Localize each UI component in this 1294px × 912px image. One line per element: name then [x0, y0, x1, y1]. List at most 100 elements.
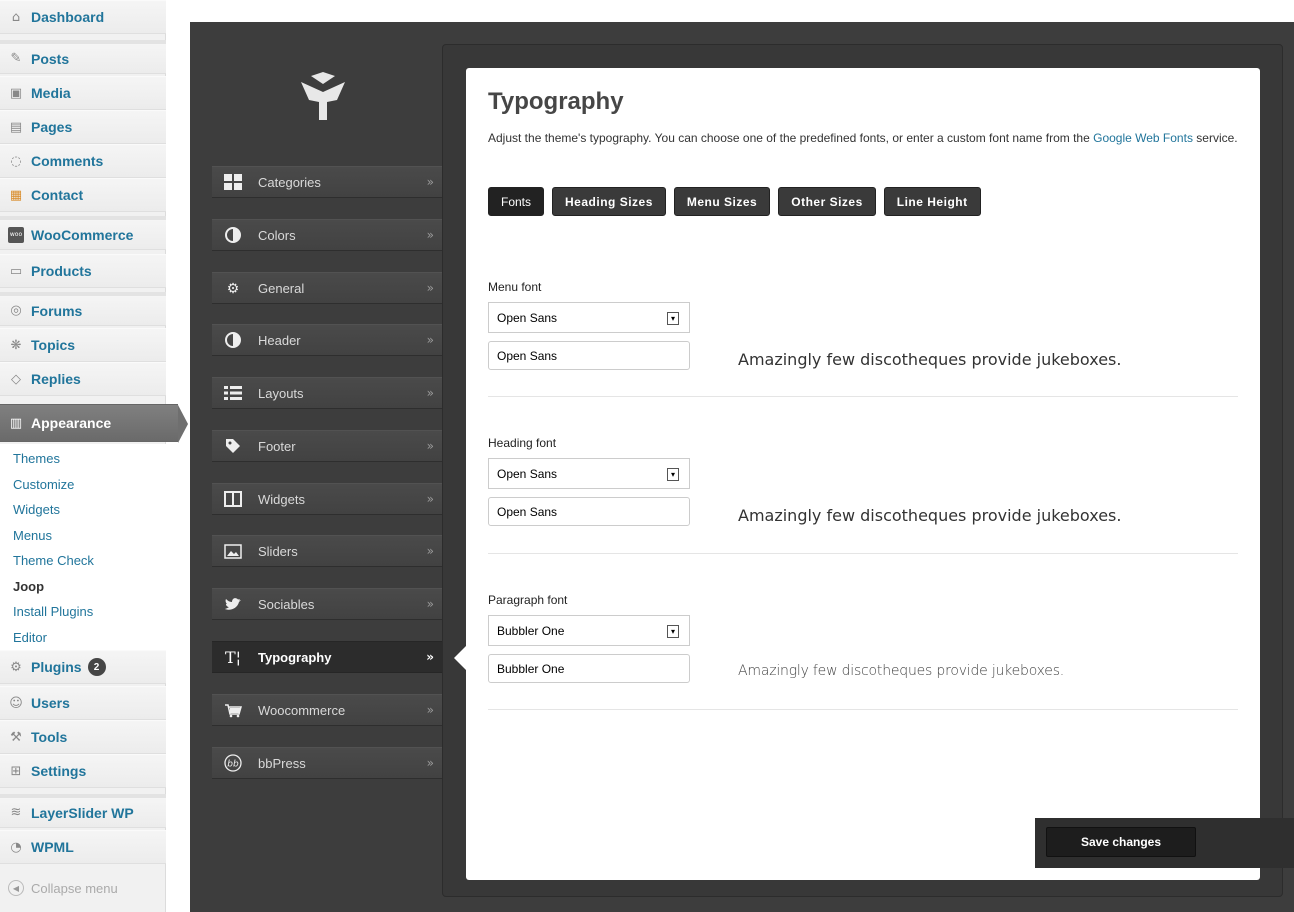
- chevron-right-icon: »: [426, 386, 434, 400]
- menu-item-tools[interactable]: ⚒ Tools: [0, 720, 166, 754]
- contact-icon: ▦: [9, 187, 23, 203]
- submenu-customize[interactable]: Customize: [13, 472, 166, 498]
- menu-item-forums[interactable]: ◎ Forums: [0, 292, 166, 326]
- chevron-right-icon: »: [426, 228, 434, 242]
- chevron-right-icon: »: [426, 597, 434, 611]
- nav-sociables[interactable]: Sociables »: [212, 588, 442, 620]
- menu-item-label: Pages: [31, 119, 73, 135]
- section-divider: [488, 553, 1238, 554]
- nav-label: Widgets: [258, 491, 305, 507]
- nav-label: Colors: [258, 227, 296, 243]
- active-pointer: [454, 646, 466, 670]
- submenu-editor[interactable]: Editor: [13, 625, 166, 651]
- menu-item-label: Products: [31, 263, 92, 279]
- heading-font-label: Heading font: [488, 436, 557, 450]
- menu-item-woocommerce[interactable]: woo WooCommerce: [0, 216, 166, 250]
- tab-heading-sizes[interactable]: Heading Sizes: [552, 187, 666, 216]
- nav-general[interactable]: ⚙ General »: [212, 272, 442, 304]
- menu-item-label: Media: [31, 85, 71, 101]
- menu-font-input[interactable]: [488, 341, 690, 370]
- menu-item-appearance[interactable]: ▥ Appearance: [0, 404, 188, 443]
- nav-label: bbPress: [258, 755, 306, 771]
- nav-categories[interactable]: Categories »: [212, 166, 442, 198]
- google-web-fonts-link[interactable]: Google Web Fonts: [1093, 131, 1193, 145]
- menu-item-products[interactable]: ▭ Products: [0, 254, 166, 288]
- menu-item-topics[interactable]: ❋ Topics: [0, 328, 166, 362]
- menu-item-posts[interactable]: ✎ Posts: [0, 40, 166, 74]
- heading-font-preview: Amazingly few discotheques provide jukeb…: [738, 506, 1122, 525]
- chevron-right-icon: »: [426, 492, 434, 506]
- chevron-right-icon: »: [426, 439, 434, 453]
- menu-item-label: Forums: [31, 302, 83, 319]
- menu-item-replies[interactable]: ◇ Replies: [0, 362, 166, 396]
- submenu-themes[interactable]: Themes: [13, 446, 166, 472]
- section-divider: [488, 709, 1238, 710]
- submenu-joop[interactable]: Joop: [13, 574, 166, 600]
- cart-icon: ▭: [9, 263, 23, 279]
- nav-sliders[interactable]: Sliders »: [212, 535, 442, 567]
- menu-item-media[interactable]: ▣ Media: [0, 76, 166, 110]
- image-icon: [222, 542, 244, 560]
- nav-widgets[interactable]: Widgets »: [212, 483, 442, 515]
- chevron-right-icon: »: [426, 333, 434, 347]
- nav-woocommerce[interactable]: Woocommerce »: [212, 694, 442, 726]
- users-icon: ☺: [9, 695, 23, 711]
- menu-item-contact[interactable]: ▦ Contact: [0, 178, 166, 212]
- section-divider: [488, 396, 1238, 397]
- tab-line-height[interactable]: Line Height: [883, 187, 981, 216]
- heading-font-select[interactable]: Open Sans ▾: [488, 458, 690, 489]
- menu-item-dashboard[interactable]: ⌂ Dashboard: [0, 0, 166, 34]
- submenu-theme-check[interactable]: Theme Check: [13, 548, 166, 574]
- tab-other-sizes[interactable]: Other Sizes: [778, 187, 876, 216]
- contrast-icon: [222, 226, 244, 244]
- pages-icon: ▤: [9, 119, 23, 135]
- menu-item-settings[interactable]: ⊞ Settings: [0, 754, 166, 788]
- appearance-icon: ▥: [9, 415, 23, 431]
- tab-menu-sizes[interactable]: Menu Sizes: [673, 187, 771, 216]
- forums-icon: ◎: [10, 303, 22, 318]
- save-changes-button[interactable]: Save changes: [1046, 827, 1196, 857]
- menu-item-layerslider[interactable]: ≋ LayerSlider WP: [0, 794, 166, 828]
- menu-item-comments[interactable]: ◌ Comments: [0, 144, 166, 178]
- nav-footer[interactable]: Footer »: [212, 430, 442, 462]
- chevron-right-icon: »: [426, 281, 434, 295]
- menu-item-label: Dashboard: [31, 9, 105, 25]
- menu-font-preview: Amazingly few discotheques provide jukeb…: [738, 350, 1122, 369]
- collapse-menu-button[interactable]: ◀ Collapse menu: [0, 870, 166, 906]
- paragraph-font-select[interactable]: Bubbler One ▾: [488, 615, 690, 646]
- submenu-widgets[interactable]: Widgets: [13, 497, 166, 523]
- menu-font-select[interactable]: Open Sans ▾: [488, 302, 690, 333]
- admin-menu: ⌂ Dashboard ✎ Posts ▣ Media ▤ Pages ◌ Co…: [0, 0, 188, 912]
- menu-item-wpml[interactable]: ◔ WPML: [0, 830, 166, 864]
- menu-item-pages[interactable]: ▤ Pages: [0, 110, 166, 144]
- nav-header[interactable]: Header »: [212, 324, 442, 356]
- dropdown-arrow-icon: ▾: [667, 312, 679, 325]
- media-icon: ▣: [9, 85, 23, 101]
- tools-icon: ⚒: [10, 729, 22, 745]
- paragraph-font-input[interactable]: [488, 654, 690, 683]
- nav-bbpress[interactable]: bb bbPress »: [212, 747, 442, 779]
- paragraph-font-section: Paragraph font Bubbler One ▾ Amazingly f…: [488, 593, 1238, 703]
- chevron-right-icon: »: [426, 756, 434, 770]
- dropdown-arrow-icon: ▾: [667, 468, 679, 481]
- menu-item-label: Tools: [31, 729, 68, 745]
- menu-item-users[interactable]: ☺ Users: [0, 686, 166, 720]
- nav-label: Sociables: [258, 596, 315, 612]
- theme-logo: [301, 72, 345, 120]
- paragraph-font-label: Paragraph font: [488, 593, 568, 607]
- nav-layouts[interactable]: Layouts »: [212, 377, 442, 409]
- grid-icon: [222, 173, 244, 191]
- submenu-install-plugins[interactable]: Install Plugins: [13, 599, 166, 625]
- menu-item-plugins[interactable]: ⚙ Plugins 2: [0, 650, 166, 684]
- nav-colors[interactable]: Colors »: [212, 219, 442, 251]
- heading-font-input[interactable]: [488, 497, 690, 526]
- nav-label: Sliders: [258, 543, 298, 559]
- nav-label: General: [258, 280, 305, 296]
- select-value: Bubbler One: [497, 623, 565, 638]
- menu-font-label: Menu font: [488, 280, 542, 294]
- nav-label: Woocommerce: [258, 702, 346, 718]
- nav-typography[interactable]: T¦ Typography »: [212, 641, 442, 673]
- submenu-menus[interactable]: Menus: [13, 523, 166, 549]
- heading-font-section: Heading font Open Sans ▾ Amazingly few d…: [488, 436, 1238, 546]
- tab-fonts[interactable]: Fonts: [488, 187, 545, 216]
